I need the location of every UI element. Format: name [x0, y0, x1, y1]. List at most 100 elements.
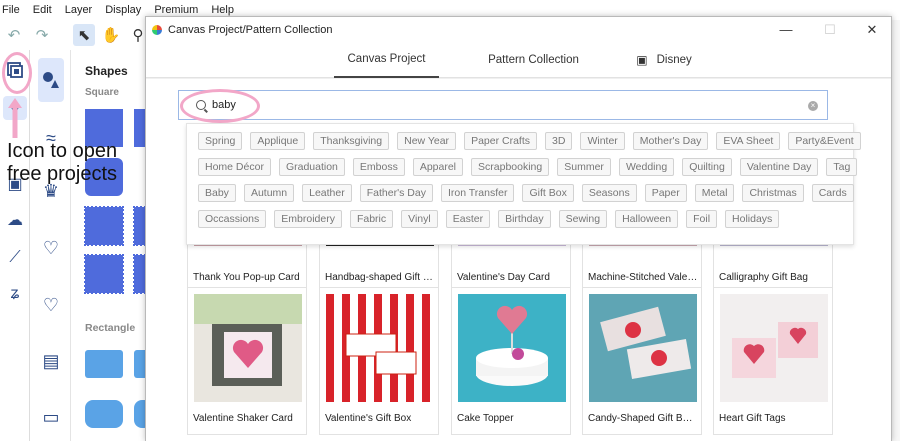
tag-chip[interactable]: Seasons	[581, 184, 637, 202]
tag-chip[interactable]: Quilting	[682, 158, 732, 176]
tab-canvas-project[interactable]: Canvas Project	[334, 42, 439, 78]
shape-scalloped-square[interactable]	[84, 254, 124, 294]
shape-category-rail: ≈ ♛ ♡ ♡ ▤ ▭	[31, 50, 71, 441]
app-logo-icon	[152, 24, 162, 35]
tag-chip[interactable]: Applique	[250, 132, 306, 150]
menu-premium[interactable]: Premium	[154, 4, 198, 16]
tag-chip[interactable]: Iron Transfer	[440, 184, 515, 202]
tag-chip[interactable]: Baby	[198, 184, 236, 202]
cloud-icon[interactable]: ☁	[3, 208, 27, 232]
dialog-title: Canvas Project/Pattern Collection	[168, 23, 333, 36]
disney-icon: ▣	[636, 53, 648, 67]
tag-chip[interactable]: Autumn	[243, 184, 295, 202]
dialog-titlebar: Canvas Project/Pattern Collection — ☐ ✕	[146, 17, 891, 42]
search-input[interactable]	[212, 99, 772, 111]
pen-icon[interactable]: ʑ	[3, 282, 27, 306]
project-card[interactable]: Heart Gift Tags	[713, 287, 833, 435]
tag-chip[interactable]: Gift Box	[522, 184, 574, 202]
hand-icon[interactable]: ✋	[100, 24, 122, 46]
card-label: Valentine's Gift Box	[325, 413, 412, 424]
tag-chip[interactable]: Vinyl	[401, 210, 438, 228]
undo-icon[interactable]: ↶	[3, 24, 25, 46]
shape-stamp-square[interactable]	[84, 206, 124, 246]
label-icon[interactable]: ▭	[38, 404, 64, 430]
project-card[interactable]: Valentine's Gift Box	[319, 287, 439, 435]
tag-chip[interactable]: Leather	[302, 184, 352, 202]
annotation-line2: free projects	[7, 163, 118, 185]
tag-chip[interactable]: Apparel	[412, 158, 464, 176]
tag-chip[interactable]: 3D	[545, 132, 573, 150]
layers-icon[interactable]: ▤	[38, 348, 64, 374]
card-image	[326, 294, 434, 402]
menu-edit[interactable]: Edit	[33, 4, 52, 16]
tag-chip[interactable]: Occassions	[198, 210, 267, 228]
tag-chip[interactable]: New Year	[397, 132, 457, 150]
tag-chip[interactable]: Embroidery	[274, 210, 342, 228]
search-annotation-circle	[180, 89, 260, 123]
menu-display[interactable]: Display	[105, 4, 141, 16]
annotation-arrow-icon	[8, 98, 22, 138]
menu-help[interactable]: Help	[211, 4, 234, 16]
menu-layer[interactable]: Layer	[65, 4, 93, 16]
close-button[interactable]: ✕	[851, 17, 893, 42]
tag-chip[interactable]: Thanksgiving	[313, 132, 390, 150]
tag-chip[interactable]: Easter	[445, 210, 491, 228]
tag-chip[interactable]: Fabric	[349, 210, 394, 228]
select-arrow-icon[interactable]: ⬉	[73, 24, 95, 46]
tag-suggestions-dropdown: Spring Applique Thanksgiving New Year Pa…	[186, 123, 861, 245]
tag-chip[interactable]: Emboss	[352, 158, 405, 176]
minimize-button[interactable]: —	[765, 17, 807, 42]
tab-label: Pattern Collection	[488, 54, 579, 66]
annotation-text: Icon to open free projects	[7, 140, 117, 186]
shape-rounded-rectangle[interactable]	[85, 400, 123, 428]
tag-chip[interactable]: Foil	[686, 210, 718, 228]
project-card[interactable]: Valentine Shaker Card	[187, 287, 307, 435]
maximize-button[interactable]: ☐	[809, 17, 851, 42]
tag-chip[interactable]: Graduation	[278, 158, 345, 176]
tag-chip[interactable]: Cards	[811, 184, 854, 202]
clear-search-icon[interactable]: ×	[808, 101, 818, 111]
card-label: Cake Topper	[457, 413, 514, 424]
section-square: Square	[85, 87, 119, 98]
tag-chip[interactable]: Paper Crafts	[464, 132, 538, 150]
tag-row: Home Décor Graduation Emboss Apparel Scr…	[198, 158, 865, 176]
tag-chip[interactable]: EVA Sheet	[716, 132, 781, 150]
card-label: Valentine Shaker Card	[193, 413, 293, 424]
tag-chip[interactable]: Scrapbooking	[471, 158, 550, 176]
tag-chip[interactable]: Home Décor	[198, 158, 271, 176]
menu-file[interactable]: File	[2, 4, 20, 16]
tag-chip[interactable]: Sewing	[558, 210, 608, 228]
tab-disney[interactable]: ▣ Disney	[624, 42, 704, 78]
heart-outline-icon[interactable]: ♡	[38, 235, 64, 261]
tag-chip[interactable]: Metal	[694, 184, 735, 202]
tag-chip[interactable]: Valentine Day	[739, 158, 819, 176]
card-image	[720, 294, 828, 402]
heart-icon[interactable]: ♡	[38, 292, 64, 318]
tag-chip[interactable]: Party&Event	[788, 132, 861, 150]
tag-chip[interactable]: Spring	[198, 132, 243, 150]
redo-icon[interactable]: ↷	[31, 24, 53, 46]
project-card[interactable]: Candy-Shaped Gift Boxes	[582, 287, 702, 435]
annotation-line1: Icon to open	[7, 140, 118, 162]
tag-chip[interactable]: Halloween	[615, 210, 679, 228]
tag-chip[interactable]: Father's Day	[359, 184, 433, 202]
tab-label: Canvas Project	[347, 53, 426, 65]
tag-chip[interactable]: Paper	[644, 184, 687, 202]
project-card[interactable]: Cake Topper	[451, 287, 571, 435]
tag-chip[interactable]: Summer	[557, 158, 611, 176]
basic-shapes-icon[interactable]	[38, 58, 64, 102]
tab-pattern-collection[interactable]: Pattern Collection	[471, 42, 596, 78]
dialog-tabs: Canvas Project Pattern Collection ▣ Disn…	[146, 42, 891, 78]
tag-chip[interactable]: Winter	[580, 132, 625, 150]
tag-chip[interactable]: Holidays	[725, 210, 780, 228]
tag-chip[interactable]: Birthday	[498, 210, 551, 228]
tag-chip[interactable]: Wedding	[618, 158, 675, 176]
search-box: ×	[178, 90, 828, 120]
card-label: Candy-Shaped Gift Boxes	[588, 413, 698, 424]
tag-chip[interactable]: Mother's Day	[632, 132, 709, 150]
annotation-circle	[2, 52, 32, 94]
line-icon[interactable]: ⟋	[3, 246, 27, 270]
tag-chip[interactable]: Christmas	[742, 184, 804, 202]
shape-rectangle[interactable]	[85, 350, 123, 378]
tag-chip[interactable]: Tag	[826, 158, 858, 176]
